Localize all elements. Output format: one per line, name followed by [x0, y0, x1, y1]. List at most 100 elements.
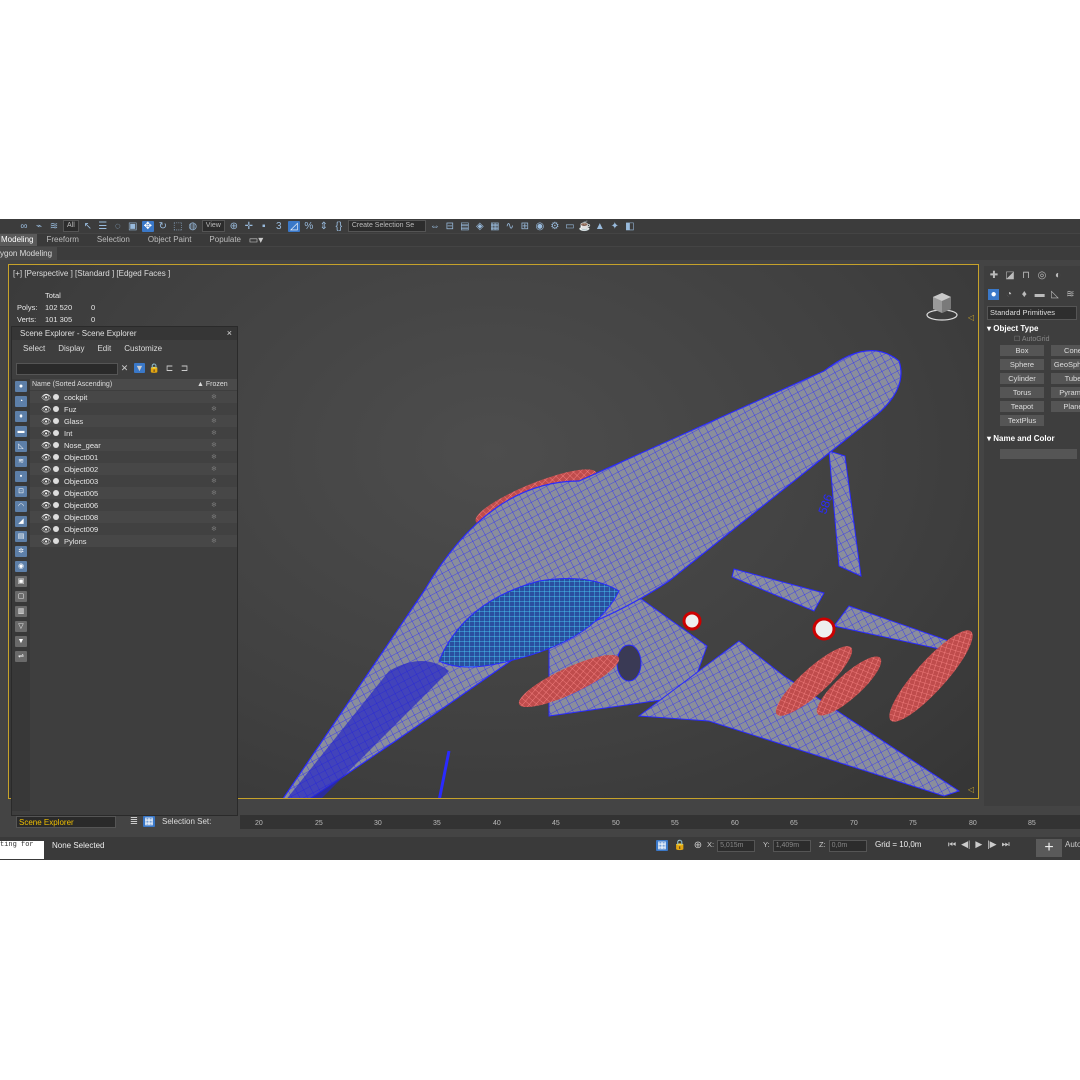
selection-set-icon[interactable]: ▦	[143, 816, 155, 827]
list-item[interactable]: 👁 Object005 ❄	[30, 487, 237, 499]
lock-icon[interactable]: 🔒	[149, 363, 160, 373]
list-item[interactable]: 👁 Object009 ❄	[30, 523, 237, 535]
left-stabilizer[interactable]	[731, 568, 825, 612]
cameras-icon[interactable]: ▬	[1034, 289, 1045, 300]
display-groups-icon[interactable]: ▪	[15, 471, 27, 482]
angle-snap-icon[interactable]: ◿	[287, 220, 300, 232]
z-coordinate-input[interactable]: 0,0m	[828, 840, 867, 852]
box-button[interactable]: Box	[1000, 345, 1044, 356]
display-cameras-icon[interactable]: ▬	[15, 426, 27, 437]
spinner-snap-icon[interactable]: ⇕	[318, 221, 330, 232]
display-tab-icon[interactable]: ◐	[1052, 270, 1064, 281]
column-frozen-header[interactable]: ▲ Frozen	[197, 381, 237, 388]
nose-gear-strut[interactable]	[438, 750, 451, 799]
list-item[interactable]: 👁 Object002 ❄	[30, 463, 237, 475]
select-by-name-icon[interactable]: ☰	[97, 221, 109, 232]
tab-object-paint[interactable]: Object Paint	[139, 234, 201, 246]
region-select-icon[interactable]: ◌	[112, 221, 124, 232]
display-helpers-icon[interactable]: ◺	[15, 441, 27, 452]
display-bones-icon[interactable]: ◠	[15, 501, 27, 512]
selection-lock-icon[interactable]: 🔒	[674, 840, 686, 851]
display-shapes-icon[interactable]: ◔	[15, 396, 27, 407]
toggle-scene-explorer-icon[interactable]: ▤	[459, 221, 471, 232]
freeze-icon[interactable]: ❄	[211, 405, 237, 413]
tab-freeform[interactable]: Freeform	[37, 234, 87, 246]
render-production-icon[interactable]: ☕	[579, 221, 591, 232]
rendered-frame-icon[interactable]: ▭	[564, 221, 576, 232]
visibility-eye-icon[interactable]: 👁	[41, 417, 51, 426]
render-dot-icon[interactable]	[53, 490, 59, 496]
freeze-icon[interactable]: ❄	[211, 501, 237, 509]
render-dot-icon[interactable]	[53, 454, 59, 460]
tube-button[interactable]: Tube	[1051, 373, 1080, 384]
textplus-button[interactable]: TextPlus	[1000, 415, 1044, 426]
menu-customize[interactable]: Customize	[124, 344, 162, 353]
schematic-view-icon[interactable]: ⊞	[519, 221, 531, 232]
list-item[interactable]: 👁 Object008 ❄	[30, 511, 237, 523]
geosphere-button[interactable]: GeoSphere	[1051, 359, 1080, 370]
freeze-icon[interactable]: ❄	[211, 537, 237, 545]
ref-coord-dropdown[interactable]: View	[201, 220, 225, 232]
motion-tab-icon[interactable]: ◎	[1036, 270, 1048, 281]
viewport-label[interactable]: [+] [Perspective ] [Standard ] [Edged Fa…	[13, 269, 170, 278]
layers-icon[interactable]: ≣	[128, 816, 140, 827]
display-xrefs-icon[interactable]: ⊡	[15, 486, 27, 497]
cone-button[interactable]: Cone	[1051, 345, 1080, 356]
clear-search-icon[interactable]: ✕	[119, 363, 130, 373]
visibility-eye-icon[interactable]: 👁	[41, 537, 51, 546]
list-item[interactable]: 👁 Object001 ❄	[30, 451, 237, 463]
visibility-eye-icon[interactable]: 👁	[41, 393, 51, 402]
tab-populate[interactable]: Populate	[200, 234, 250, 246]
unlink-icon[interactable]: ⌁	[33, 221, 45, 232]
x-coordinate-input[interactable]: 5,015m	[717, 840, 756, 852]
hierarchy-tab-icon[interactable]: ⊓	[1020, 270, 1032, 281]
menu-select[interactable]: Select	[23, 344, 45, 353]
torus-button[interactable]: Torus	[1000, 387, 1044, 398]
render-dot-icon[interactable]	[53, 502, 59, 508]
freeze-icon[interactable]: ❄	[211, 453, 237, 461]
freeze-icon[interactable]: ❄	[211, 417, 237, 425]
visibility-eye-icon[interactable]: 👁	[41, 501, 51, 510]
polygon-modeling-panel-label[interactable]: ygon Modeling	[0, 247, 58, 260]
close-icon[interactable]: ×	[227, 327, 232, 340]
select-rotate-icon[interactable]: ↻	[157, 221, 169, 232]
visibility-eye-icon[interactable]: 👁	[41, 465, 51, 474]
column-name-header[interactable]: Name (Sorted Ascending)	[30, 381, 197, 388]
visibility-eye-icon[interactable]: 👁	[41, 489, 51, 498]
scene-explorer-search-input[interactable]	[16, 363, 118, 375]
render-setup-icon[interactable]: ⚙	[549, 221, 561, 232]
air-intake[interactable]	[616, 644, 642, 682]
menu-display[interactable]: Display	[58, 344, 84, 353]
visibility-eye-icon[interactable]: 👁	[41, 405, 51, 414]
display-lights-icon[interactable]: ♦	[15, 411, 27, 422]
filter-selected-icon[interactable]: ▼	[15, 636, 27, 647]
freeze-icon[interactable]: ❄	[211, 513, 237, 521]
nose-cone[interactable]	[261, 661, 449, 799]
scene-explorer-dropdown[interactable]: Scene Explorer	[16, 816, 116, 828]
list-item[interactable]: 👁 Object006 ❄	[30, 499, 237, 511]
primitive-category-dropdown[interactable]: Standard Primitives	[987, 306, 1077, 320]
align-icon[interactable]: ⊟	[444, 221, 456, 232]
object-type-rollout[interactable]: ▾ Object Type	[987, 324, 1077, 333]
freeze-icon[interactable]: ❄	[211, 465, 237, 473]
lights-icon[interactable]: ♦	[1019, 289, 1030, 300]
filter-funnel-icon[interactable]: ▽	[15, 621, 27, 632]
camera-icon[interactable]: ◧	[624, 221, 636, 232]
freeze-icon[interactable]: ❄	[211, 441, 237, 449]
freeze-icon[interactable]: ❄	[211, 525, 237, 533]
render-iterative-icon[interactable]: ▲	[594, 221, 606, 232]
curve-editor-icon[interactable]: ∿	[504, 221, 516, 232]
visibility-eye-icon[interactable]: 👁	[41, 513, 51, 522]
display-frozen-icon[interactable]: ▤	[15, 531, 27, 542]
render-dot-icon[interactable]	[53, 418, 59, 424]
tab-modeling[interactable]: Modeling	[0, 234, 38, 246]
sync-selection-icon[interactable]: ⇌	[15, 651, 27, 662]
play-icon[interactable]: ▶	[975, 839, 982, 850]
pivot-center-icon[interactable]: ⊕	[228, 221, 240, 232]
spacewarps-icon[interactable]: ≋	[1065, 289, 1076, 300]
select-manipulate-icon[interactable]: ✛	[243, 221, 255, 232]
isolate-selection-icon[interactable]: ▦	[656, 840, 668, 851]
render-dot-icon[interactable]	[53, 430, 59, 436]
plane-button[interactable]: Plane	[1051, 401, 1080, 412]
jet-aircraft-model[interactable]: 586	[249, 311, 979, 799]
